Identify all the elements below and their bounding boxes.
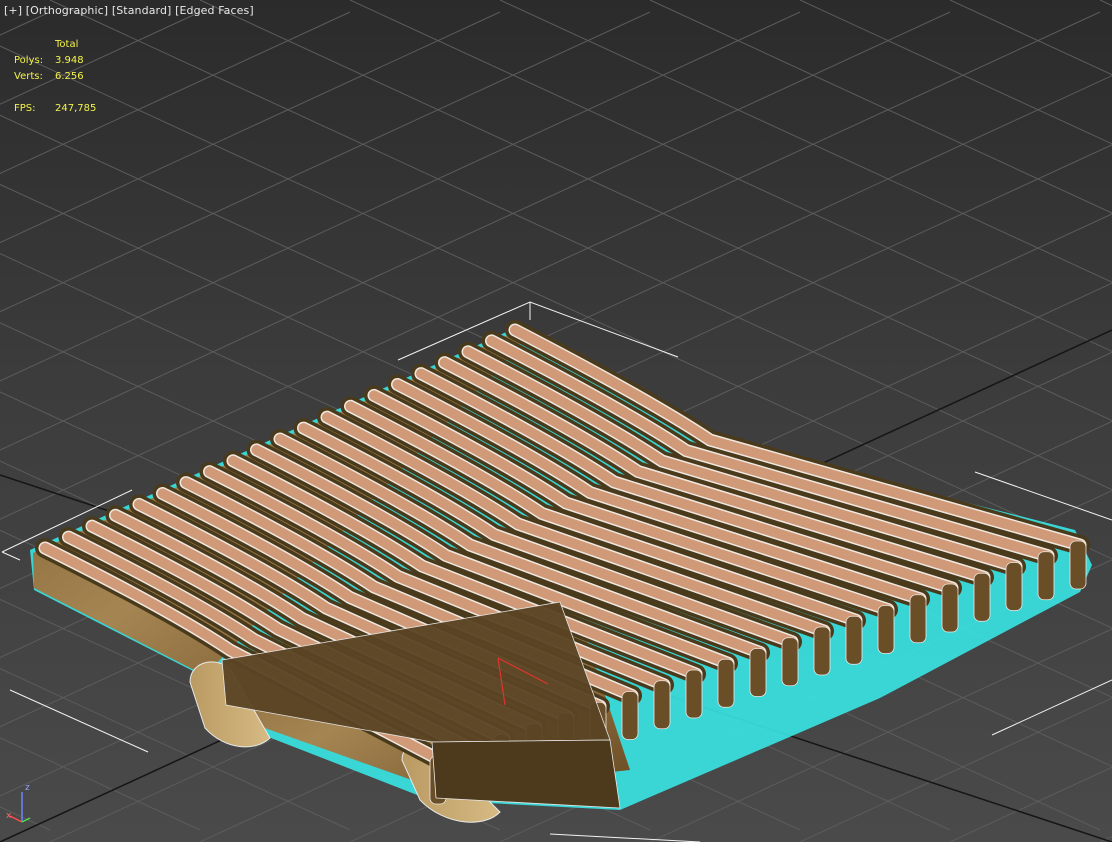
verts-label: Verts: [14,71,43,82]
viewport-mode-label[interactable]: [Edged Faces] [175,4,254,17]
fps-label: FPS: [14,103,36,114]
grid-line [799,697,1112,842]
fps-value: 247,785 [55,103,97,114]
viewport-orthographic[interactable]: [+] [Orthographic] [Standard] [Edged Fac… [0,0,1112,842]
grid-line [1099,0,1112,7]
viewport-view-label[interactable]: [Orthographic] [26,4,108,17]
polys-label: Polys: [14,55,44,66]
slat-end [973,572,991,622]
viewport-menu-plus[interactable]: [+] [4,4,22,17]
front-panel-lower [431,739,621,809]
grid-line [1099,835,1112,842]
sunlounger-model[interactable] [30,320,1092,823]
slat-end [781,637,799,687]
slat-end [653,680,671,730]
slat-end [1069,540,1087,590]
polys-value: 3.948 [55,55,84,66]
slat-end [1037,551,1055,601]
slat-end [749,648,767,697]
slat-end [813,626,831,676]
axis-x-label: x [6,811,12,821]
slat-end [685,669,703,719]
viewport-label-bar: [+] [Orthographic] [Standard] [Edged Fac… [4,4,254,17]
slat-end [941,583,959,633]
axis-tripod-icon: z x [4,780,44,830]
slat-end [621,691,639,740]
axis-z-label: z [25,783,30,793]
statistics-overlay: Total Polys: 3.948 Verts: 6.256 FPS: 247,78… [14,37,96,117]
viewport-canvas[interactable] [0,0,1112,842]
slat-end [909,594,927,644]
slat-end [845,615,863,665]
grid-line [949,0,1112,76]
slat-end [717,658,735,708]
grid-line [0,11,51,36]
viewport-shading-label[interactable]: [Standard] [112,4,172,17]
slat-end [1005,562,1023,611]
stats-header: Total [55,39,79,50]
slat-end [877,605,895,654]
grid-line [0,806,51,831]
verts-value: 6.256 [55,71,84,82]
